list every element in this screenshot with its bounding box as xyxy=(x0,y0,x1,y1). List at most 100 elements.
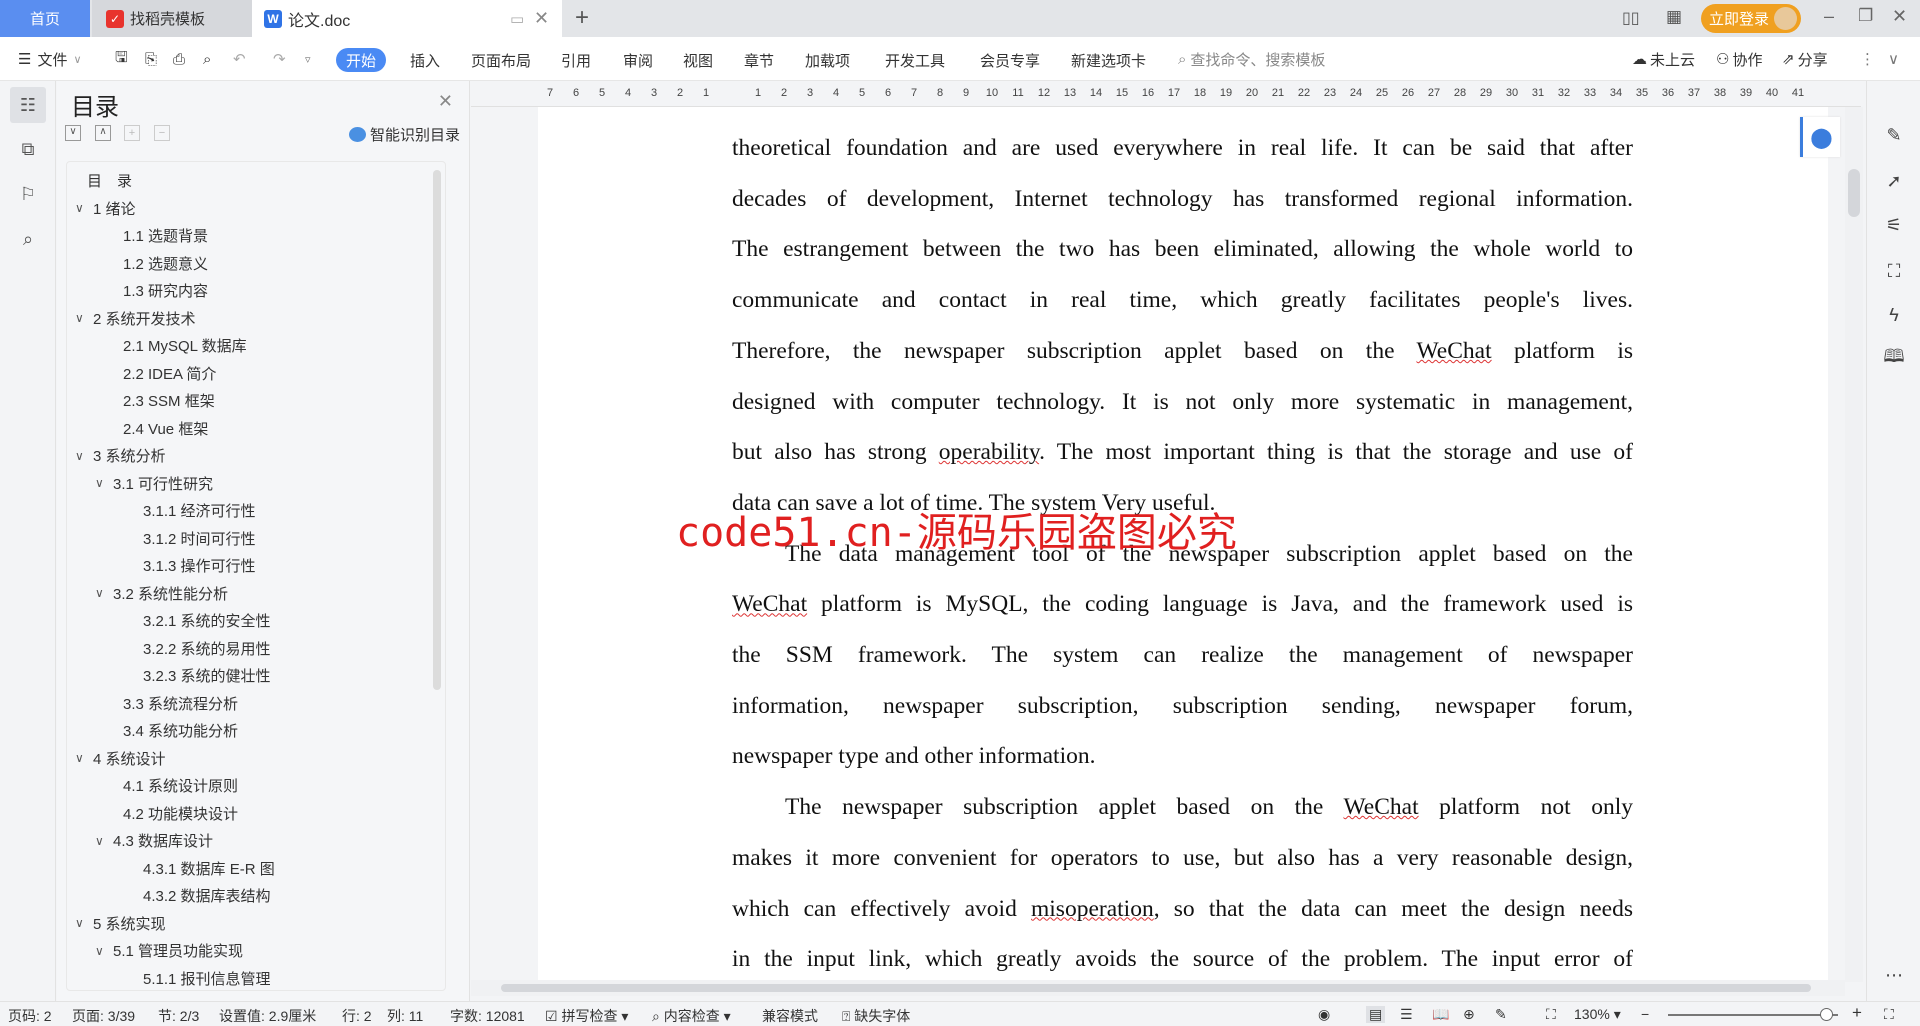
zoom-slider[interactable] xyxy=(1668,1008,1838,1021)
toc-item[interactable]: ∨ 2 系统开发技术 xyxy=(75,308,196,329)
horizontal-scrollbar[interactable] xyxy=(471,980,1845,996)
ribbon-tab-review[interactable]: 审阅 xyxy=(623,48,653,72)
new-tab-icon[interactable]: + xyxy=(575,4,589,32)
close-tab-icon[interactable]: ✕ xyxy=(534,8,549,29)
zoom-select[interactable]: 130% ▾ xyxy=(1574,1006,1621,1023)
chevron-down-icon[interactable]: ∨ xyxy=(75,751,89,765)
toc-item[interactable]: ∨ 4 系统设计 xyxy=(75,748,166,769)
ribbon-tab-references[interactable]: 引用 xyxy=(561,48,591,72)
chevron-down-icon[interactable]: ∨ xyxy=(75,311,89,325)
command-search-input[interactable]: 查找命令、搜索模板 xyxy=(1190,49,1325,70)
page-view-icon[interactable]: ▤ xyxy=(1366,1006,1386,1023)
toc-item[interactable]: 3.1.1 经济可行性 xyxy=(143,500,256,521)
restore-icon[interactable]: ❐ xyxy=(1858,6,1873,26)
save-icon[interactable]: 🖫 xyxy=(115,37,128,81)
fullscreen-icon[interactable]: ⛶ xyxy=(1884,1006,1894,1023)
zoom-slider-handle[interactable] xyxy=(1819,1008,1833,1021)
ribbon-tab-home[interactable]: 开始 xyxy=(336,48,387,72)
book-search-icon[interactable]: 🕮 xyxy=(1880,345,1908,373)
ribbon-tab-layout[interactable]: 页面布局 xyxy=(471,48,531,72)
cloud-status-button[interactable]: ☁ 未上云 xyxy=(1632,37,1695,81)
horizontal-ruler[interactable]: 7 6 5 4 3 2 1 1 2 3 4 5 6 7 8 9 10 11 12 13 14 15 16 17 18 19 20 21… xyxy=(471,81,1861,107)
quick-access-dropdown-icon[interactable]: ▿ xyxy=(305,37,311,81)
zoom-out-icon[interactable]: − xyxy=(1641,1006,1649,1022)
share-button[interactable]: ⇗ 分享 xyxy=(1782,37,1828,81)
toc-item[interactable]: ∨ 4.3 数据库设计 xyxy=(95,830,213,851)
print-icon[interactable]: ⎙ xyxy=(173,37,185,81)
tab-home[interactable]: 首页 xyxy=(0,0,90,37)
spell-check-button[interactable]: ☑ 拼写检查 ▾ xyxy=(545,1006,628,1026)
toc-item[interactable]: 3.2.1 系统的安全性 xyxy=(143,610,271,631)
chevron-down-icon[interactable]: ∨ xyxy=(75,916,89,930)
bookmark-icon[interactable]: ⚐ xyxy=(10,176,46,212)
toc-item[interactable]: ∨ 3 系统分析 xyxy=(75,445,166,466)
minimize-icon[interactable]: – xyxy=(1824,6,1834,27)
toc-item[interactable]: 目 录 xyxy=(87,170,132,191)
undo-icon[interactable]: ↶ xyxy=(233,37,246,81)
ribbon-tab-addins[interactable]: 加载项 xyxy=(805,48,850,72)
chevron-down-icon[interactable]: ∨ xyxy=(95,476,109,490)
scroll-thumb[interactable] xyxy=(1848,169,1860,217)
spelling-flag[interactable]: WeChat xyxy=(732,591,807,617)
print-preview-icon[interactable]: ⌕ xyxy=(203,37,211,81)
collapse-all-icon[interactable]: ∧ xyxy=(95,125,111,141)
chevron-down-icon[interactable]: ∨ xyxy=(75,449,89,463)
write-mode-icon[interactable]: ✎ xyxy=(1495,1006,1507,1023)
more-horizontal-icon[interactable]: ⋯ xyxy=(1880,961,1908,989)
search-icon[interactable]: ⌕ xyxy=(10,221,46,257)
toc-item[interactable]: 3.3 系统流程分析 xyxy=(123,693,238,714)
chevron-down-icon[interactable]: ∨ xyxy=(95,834,109,848)
spelling-flag[interactable]: WeChat xyxy=(1343,794,1418,820)
reading-view-icon[interactable]: 📖 xyxy=(1432,1006,1449,1023)
ribbon-tab-insert[interactable]: 插入 xyxy=(410,48,440,72)
more-icon[interactable]: ⋮ xyxy=(1860,37,1875,81)
toc-item[interactable]: ∨ 3.1 可行性研究 xyxy=(95,473,213,494)
smart-toc-button[interactable]: 智能识别目录 xyxy=(349,124,460,145)
page-count[interactable]: 页面: 3/39 xyxy=(72,1006,135,1026)
tab-document[interactable]: W 论文.doc ▭ ✕ xyxy=(252,0,562,37)
ribbon-tab-new[interactable]: 新建选项卡 xyxy=(1071,48,1146,72)
toc-item[interactable]: 2.1 MySQL 数据库 xyxy=(123,335,247,356)
toc-scrollbar[interactable] xyxy=(433,170,441,690)
export-pdf-icon[interactable]: ⎘ xyxy=(145,37,157,81)
outline-view-icon[interactable]: ☰ xyxy=(1400,1006,1413,1023)
pen-icon[interactable]: ✎ xyxy=(1880,121,1908,149)
navigation-icon[interactable]: ⧉ xyxy=(10,131,46,167)
missing-font-button[interactable]: ⍰ 缺失字体 xyxy=(842,1006,910,1026)
redo-icon[interactable]: ↷ xyxy=(273,37,286,81)
toc-item[interactable]: 4.2 功能模块设计 xyxy=(123,803,238,824)
toc-item[interactable]: 1.3 研究内容 xyxy=(123,280,208,301)
chevron-down-icon[interactable]: ∨ xyxy=(95,586,109,600)
toc-item[interactable]: 3.1.2 时间可行性 xyxy=(143,528,256,549)
fit-page-icon[interactable]: ⛶ xyxy=(1546,1006,1556,1023)
login-button[interactable]: 立即登录 xyxy=(1701,4,1801,33)
layout-icon[interactable]: ▯▯ xyxy=(1622,8,1640,28)
toc-item[interactable]: 4.3.2 数据库表结构 xyxy=(143,885,271,906)
toc-item[interactable]: ∨ 5 系统实现 xyxy=(75,913,166,934)
chevron-down-icon[interactable]: ∨ xyxy=(95,944,109,958)
ribbon-tab-chapter[interactable]: 章节 xyxy=(744,48,774,72)
adjust-sliders-icon[interactable]: ⚟ xyxy=(1880,211,1908,239)
toc-item[interactable]: 4.1 系统设计原则 xyxy=(123,775,238,796)
select-cursor-icon[interactable]: ➚ xyxy=(1880,167,1908,195)
zoom-in-icon[interactable]: + xyxy=(1852,1003,1862,1023)
close-window-icon[interactable]: ✕ xyxy=(1892,6,1907,27)
toc-item[interactable]: 5.1.1 报刊信息管理 xyxy=(143,968,271,989)
toc-item[interactable]: 3.1.3 操作可行性 xyxy=(143,555,256,576)
lightning-icon[interactable]: ϟ xyxy=(1880,301,1908,329)
pin-icon[interactable]: ▭ xyxy=(510,10,524,28)
toc-item[interactable]: 1.2 选题意义 xyxy=(123,253,208,274)
toc-item[interactable]: 3.4 系统功能分析 xyxy=(123,720,238,741)
web-view-icon[interactable]: ⊕ xyxy=(1463,1006,1475,1023)
toc-item[interactable]: ∨ 5.1 管理员功能实现 xyxy=(95,940,243,961)
collaborate-button[interactable]: ⚇ 协作 xyxy=(1716,37,1762,81)
remove-heading-icon[interactable]: − xyxy=(154,125,170,141)
ribbon-tab-member[interactable]: 会员专享 xyxy=(980,48,1040,72)
image-tools-icon[interactable]: ⛶ xyxy=(1880,257,1908,285)
spelling-flag[interactable]: operability xyxy=(939,439,1039,465)
add-heading-icon[interactable]: + xyxy=(124,125,140,141)
file-menu[interactable]: ☰ 文件 ∨ xyxy=(18,37,82,81)
eye-protection-icon[interactable]: ◉ xyxy=(1318,1006,1330,1023)
toc-item[interactable]: 1.1 选题背景 xyxy=(123,225,208,246)
content-check-button[interactable]: ⌕ 内容检查 ▾ xyxy=(652,1006,731,1026)
